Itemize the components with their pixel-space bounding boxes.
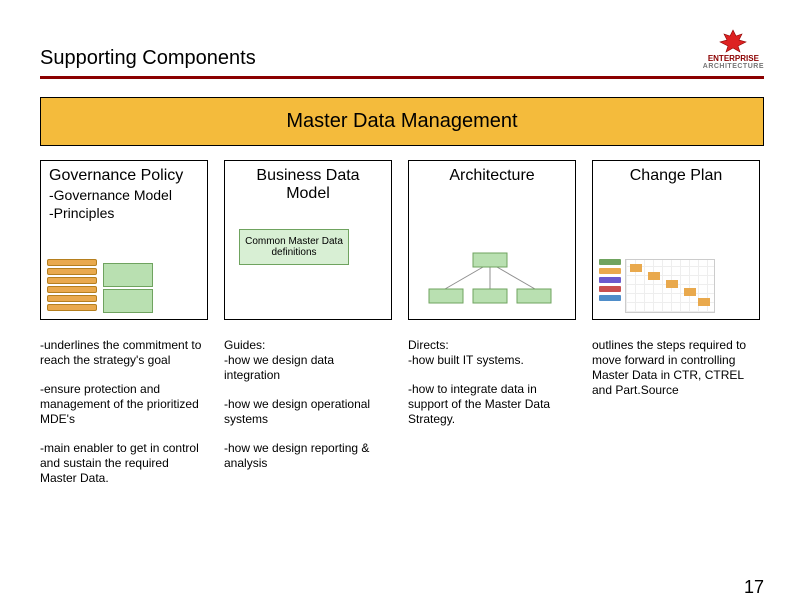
slide: Supporting Components ENTERPRISE ARCHITE… [0, 0, 792, 612]
governance-bullets: -underlines the commitment to reach the … [40, 338, 208, 486]
bullet-row: -underlines the commitment to reach the … [40, 338, 764, 486]
bullet-item: -ensure protection and management of the… [40, 382, 208, 427]
architecture-diagram-thumbnail [425, 251, 555, 311]
bullet-item: Guides: -how we design data integration [224, 338, 392, 383]
slide-header: Supporting Components ENTERPRISE ARCHITE… [40, 28, 764, 79]
business-data-model-box: Business Data Model Common Master Data d… [224, 160, 392, 320]
page-number: 17 [744, 577, 764, 598]
bullet-item: Directs: -how built IT systems. [408, 338, 576, 368]
bullet-item: -how we design operational systems [224, 397, 392, 427]
change-plan-title: Change Plan [601, 167, 751, 185]
section-banner: Master Data Management [40, 97, 764, 146]
slide-title: Supporting Components [40, 47, 256, 70]
change-plan-bullets: outlines the steps required to move forw… [592, 338, 760, 486]
governance-policy-title: Governance Policy [49, 167, 199, 185]
governance-sub2: -Principles [49, 205, 199, 221]
governance-diagram-thumbnail [47, 259, 153, 313]
logo-text-top: ENTERPRISE [708, 54, 759, 63]
architecture-box: Architecture [408, 160, 576, 320]
bdm-bullets: Guides: -how we design data integration … [224, 338, 392, 486]
change-plan-box: Change Plan [592, 160, 760, 320]
maple-leaf-icon [716, 28, 750, 56]
governance-sub1: -Governance Model [49, 187, 199, 203]
enterprise-architecture-logo: ENTERPRISE ARCHITECTURE [703, 28, 764, 70]
bullet-item: outlines the steps required to move forw… [592, 338, 760, 398]
bullet-item: -how we design reporting & analysis [224, 441, 392, 471]
bullet-item: -main enabler to get in control and sust… [40, 441, 208, 486]
change-plan-chart-thumbnail [599, 259, 715, 313]
common-master-data-definitions-box: Common Master Data definitions [239, 229, 349, 265]
bullet-item: -how to integrate data in support of the… [408, 382, 576, 427]
bullet-item: -underlines the commitment to reach the … [40, 338, 208, 368]
column-row: Governance Policy -Governance Model -Pri… [40, 160, 764, 320]
architecture-bullets: Directs: -how built IT systems. -how to … [408, 338, 576, 486]
logo-text-sub: ARCHITECTURE [703, 63, 764, 70]
architecture-title: Architecture [417, 167, 567, 185]
business-data-model-title: Business Data Model [233, 167, 383, 203]
governance-policy-box: Governance Policy -Governance Model -Pri… [40, 160, 208, 320]
